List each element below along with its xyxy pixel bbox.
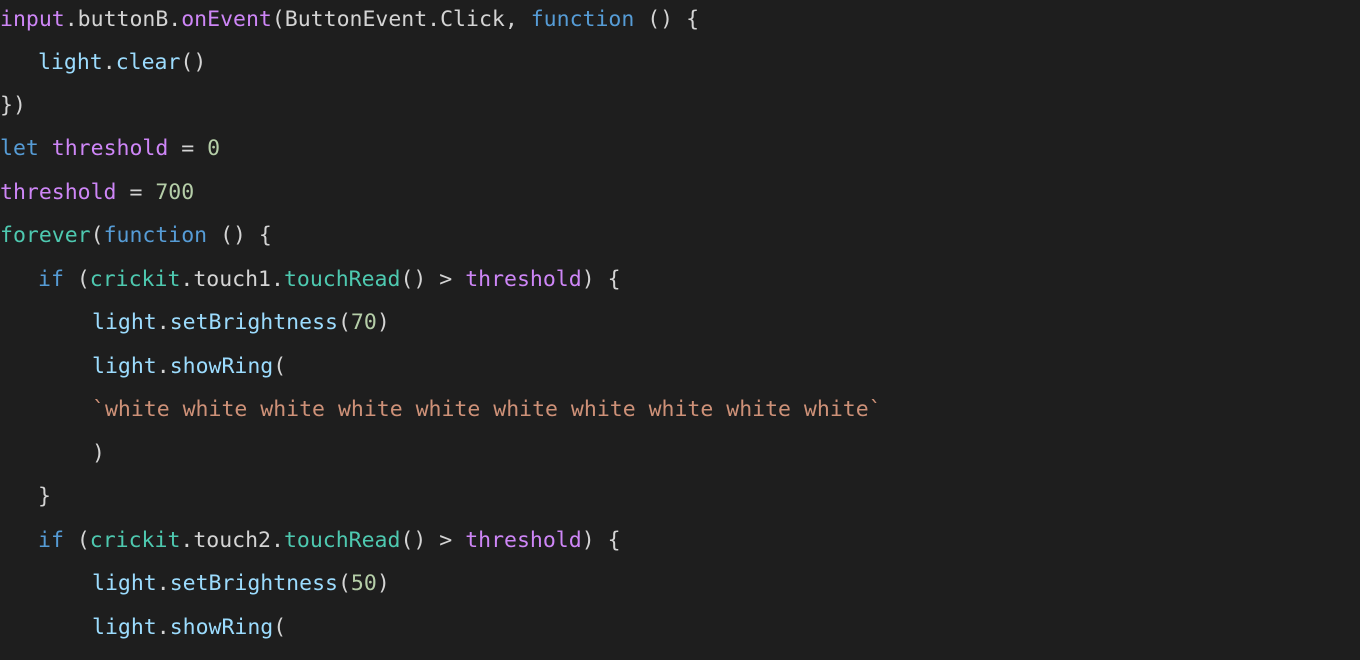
code-token: threshold [0, 180, 117, 205]
code-line: light.clear() [38, 48, 206, 78]
code-line: } [38, 482, 51, 512]
code-token: setBrightness [169, 571, 338, 596]
code-line: if (crickit.touch1.touchRead() > thresho… [38, 265, 621, 295]
code-token: .touch1. [180, 267, 284, 292]
code-token: light [92, 615, 157, 640]
code-token: ) [376, 310, 390, 335]
code-token: ( [273, 354, 287, 379]
code-line: light.setBrightness(70) [92, 308, 390, 338]
code-token: .touch2. [180, 528, 284, 553]
code-token: ( [337, 310, 351, 335]
code-token: () { [207, 223, 272, 248]
code-token: = [116, 180, 156, 205]
code-token: 0 [207, 136, 221, 161]
code-token: if [38, 267, 64, 292]
code-token: 50 [350, 571, 377, 596]
code-token: . [156, 310, 170, 335]
code-line: threshold = 700 [0, 178, 194, 208]
code-token: () { [634, 7, 700, 32]
code-line: light.showRing( [92, 613, 286, 643]
code-token: crickit [89, 528, 181, 553]
code-token: setBrightness [169, 310, 338, 335]
code-line: let threshold = 0 [0, 134, 220, 164]
code-token: }) [0, 93, 26, 118]
code-token: light [38, 50, 103, 75]
code-token: if [38, 528, 64, 553]
code-token: light [92, 571, 157, 596]
code-token: threshold [465, 528, 582, 553]
code-token: `white white white white white white whi… [92, 397, 882, 422]
code-token: ) [92, 441, 105, 466]
code-token: ( [337, 571, 351, 596]
code-line: light.showRing( [92, 352, 286, 382]
code-token: ( [273, 615, 287, 640]
code-line: `white white white white white white whi… [92, 395, 882, 425]
code-token: 70 [350, 310, 377, 335]
code-token: crickit [89, 267, 181, 292]
code-token: light [92, 354, 157, 379]
code-token: function [530, 7, 635, 32]
code-token: ) [376, 571, 390, 596]
code-line: forever(function () { [0, 221, 272, 251]
code-token: forever [0, 223, 91, 248]
code-token: clear [115, 50, 181, 75]
code-token: () [180, 50, 207, 75]
code-token: showRing [169, 354, 274, 379]
code-line: if (crickit.touch2.touchRead() > thresho… [38, 526, 621, 556]
code-token: ( [63, 528, 90, 553]
code-token: ) { [581, 528, 621, 553]
code-token: . [156, 571, 170, 596]
code-token: . [156, 615, 170, 640]
code-editor[interactable]: input.buttonB.onEvent(ButtonEvent.Click,… [0, 0, 1360, 660]
code-line: ) [92, 439, 105, 469]
code-line: light.setBrightness(50) [92, 569, 390, 599]
code-token: light [92, 310, 157, 335]
code-token: (ButtonEvent.Click, [271, 7, 531, 32]
code-token: showRing [169, 615, 274, 640]
code-token: () > [400, 528, 466, 553]
code-token: () > [400, 267, 466, 292]
code-token: threshold [465, 267, 582, 292]
code-token: let [0, 136, 39, 161]
code-token: = [168, 136, 208, 161]
code-token: input [0, 7, 65, 32]
code-token: function [103, 223, 208, 248]
code-token: ( [90, 223, 104, 248]
code-token: ( [63, 267, 90, 292]
code-token: . [102, 50, 116, 75]
code-token: onEvent [181, 7, 272, 32]
code-token: touchRead [283, 267, 401, 292]
code-token: 700 [155, 180, 195, 205]
code-token: touchRead [283, 528, 401, 553]
code-line: input.buttonB.onEvent(ButtonEvent.Click,… [0, 5, 699, 35]
code-token: } [38, 484, 51, 509]
code-token: . [156, 354, 170, 379]
code-token: ) { [581, 267, 621, 292]
code-token: threshold [51, 136, 169, 161]
code-line: }) [0, 91, 26, 121]
code-token: .buttonB. [64, 7, 182, 32]
